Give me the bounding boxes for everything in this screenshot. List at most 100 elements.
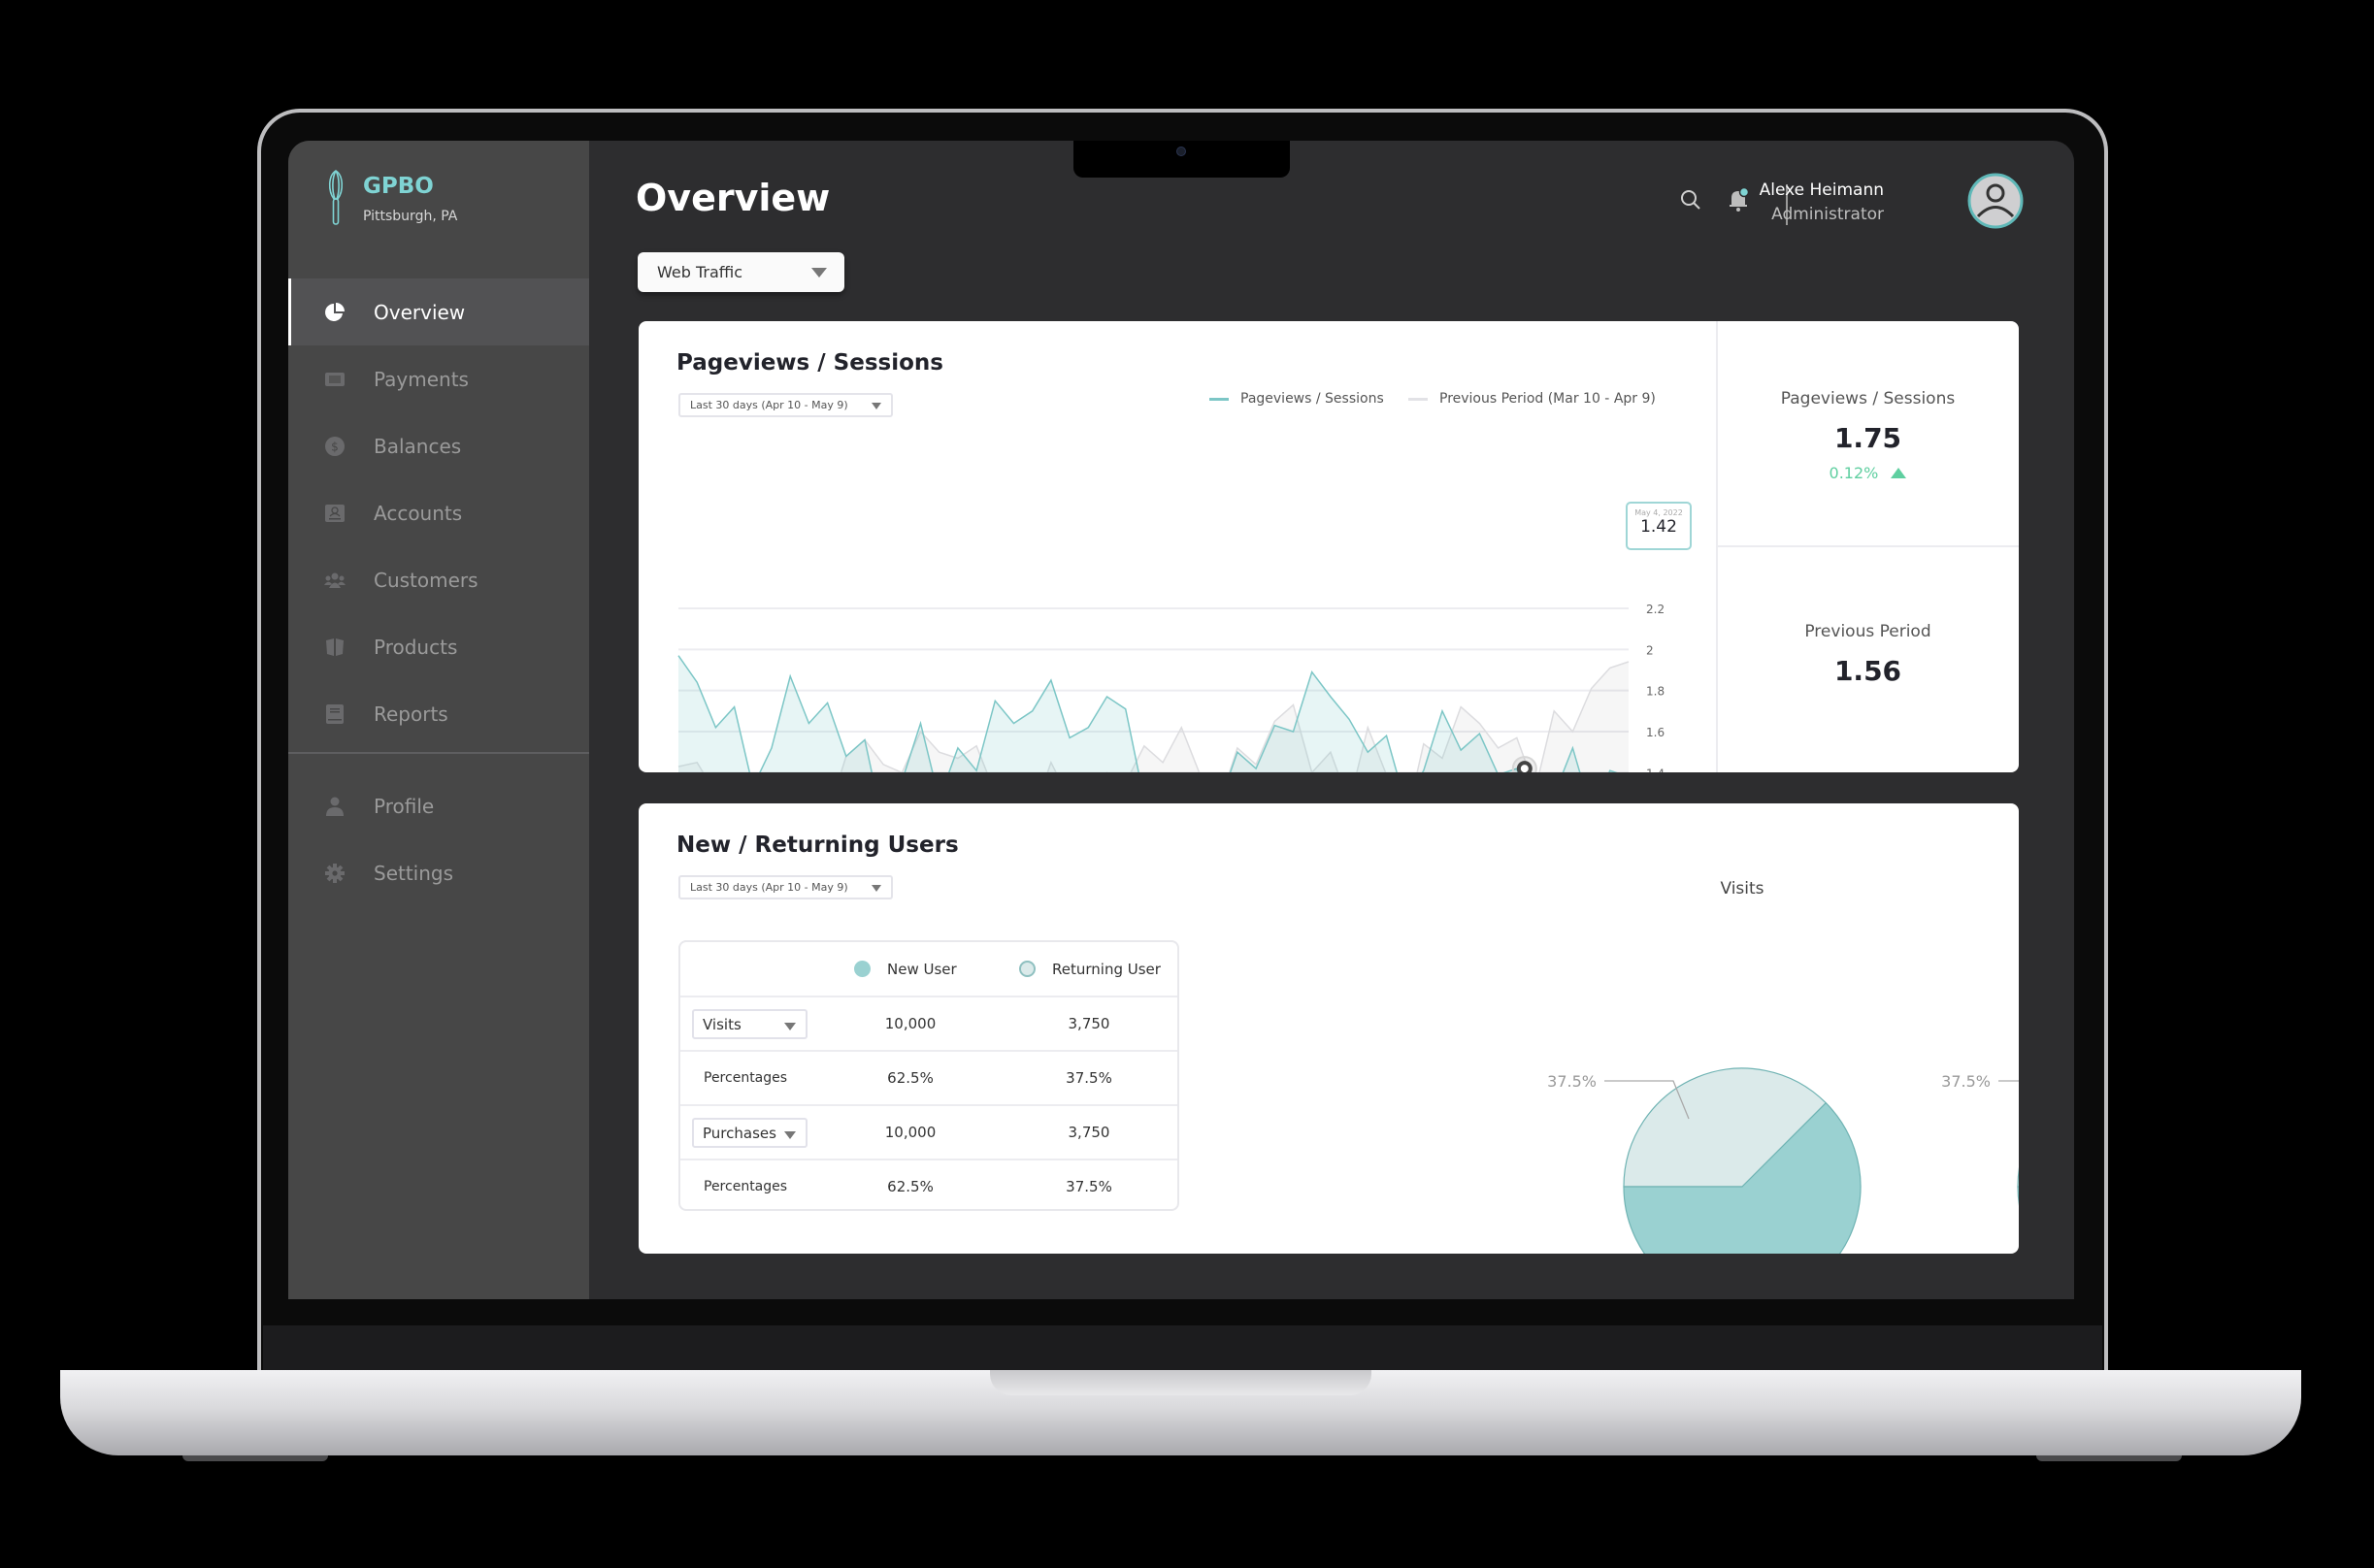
whisk-icon xyxy=(327,170,345,230)
new-user-value: 10,000 xyxy=(884,1124,937,1141)
chart-tooltip: May 4, 2022 1.42 xyxy=(1626,502,1692,550)
new-user-value: 62.5% xyxy=(887,1178,934,1195)
previous-period-value: 1.56 xyxy=(1833,655,1902,687)
kpi-value: 1.75 xyxy=(1833,422,1902,454)
slice-label: 37.5% xyxy=(1547,1072,1597,1091)
bell-icon[interactable] xyxy=(1729,186,1750,216)
column-returning-user: Returning User xyxy=(1019,942,1161,996)
page-title: Overview xyxy=(636,177,831,219)
returning-user-value: 3,750 xyxy=(1068,1124,1110,1141)
y-tick-label: 2.2 xyxy=(1646,603,1665,616)
new-user-dot xyxy=(854,961,871,977)
column-new-user: New User xyxy=(854,942,957,996)
table-header: New User Returning User xyxy=(680,942,1177,996)
laptop-chin xyxy=(263,1299,2102,1325)
tooltip-value: 1.42 xyxy=(1640,517,1677,537)
table-row: Percentages 62.5% 37.5% xyxy=(680,1050,1177,1104)
tooltip-date: May 4, 2022 xyxy=(1634,508,1683,517)
metric-select-purchases[interactable]: Purchases xyxy=(692,1118,808,1148)
sidebar-item-products[interactable]: Products xyxy=(288,613,589,680)
camera-notch xyxy=(1073,141,1290,178)
y-tick-label: 1.8 xyxy=(1646,685,1665,699)
sidebar-item-balances[interactable]: $ Balances xyxy=(288,412,589,479)
date-range-value: Last 30 days (Apr 10 - May 9) xyxy=(690,881,848,894)
sidebar-item-label: Settings xyxy=(374,861,454,885)
chevron-down-icon xyxy=(811,268,827,278)
table-row: Percentages 62.5% 37.5% xyxy=(680,1159,1177,1209)
chevron-down-icon xyxy=(784,1023,796,1030)
returning-user-value: 37.5% xyxy=(1066,1178,1112,1195)
sidebar-item-label: Payments xyxy=(374,367,469,391)
laptop-foot xyxy=(2036,1455,2182,1461)
sidebar-item-settings[interactable]: Settings xyxy=(288,839,589,906)
sidebar-item-payments[interactable]: Payments xyxy=(288,345,589,412)
card-title: New / Returning Users xyxy=(676,833,959,858)
new-user-value: 10,000 xyxy=(884,1015,937,1032)
sidebar-item-label: Overview xyxy=(374,300,466,324)
pie-slice-returning-user xyxy=(2017,1167,2019,1188)
y-tick-label: 2 xyxy=(1646,643,1654,657)
svg-text:$: $ xyxy=(331,440,339,453)
row-label: Percentages xyxy=(704,1070,788,1086)
view-select-value: Web Traffic xyxy=(657,263,743,281)
highlight-point xyxy=(1516,761,1533,772)
y-tick-label: 1.6 xyxy=(1646,726,1665,739)
gear-icon xyxy=(323,862,346,885)
users-table: New User Returning User Visits 10,000 3,… xyxy=(678,940,1179,1211)
row-label: Percentages xyxy=(704,1179,788,1194)
returning-user-value: 3,750 xyxy=(1068,1015,1110,1032)
sidebar-item-customers[interactable]: Customers xyxy=(288,546,589,613)
slice-label: 37.5% xyxy=(1941,1072,1991,1091)
kpi-change-value: 0.12% xyxy=(1829,464,1879,482)
sidebar-item-accounts[interactable]: Accounts xyxy=(288,479,589,546)
person-icon xyxy=(323,795,346,818)
sidebar-item-label: Profile xyxy=(374,794,435,818)
user-role: Administrator xyxy=(1771,205,1884,224)
dollar-coin-icon: $ xyxy=(323,435,346,458)
date-range-select[interactable]: Last 30 days (Apr 10 - May 9) xyxy=(678,875,893,899)
account-card-icon xyxy=(323,502,346,525)
pie-chart-icon xyxy=(323,301,346,324)
users-card: New / Returning Users Last 30 days (Apr … xyxy=(639,803,2019,1254)
laptop-foot xyxy=(182,1455,328,1461)
camera-icon xyxy=(1176,147,1186,156)
pageviews-card: Pageviews / Sessions Last 30 days (Apr 1… xyxy=(639,321,2019,772)
avatar[interactable] xyxy=(1967,173,2024,233)
table-row: Visits 10,000 3,750 xyxy=(680,996,1177,1050)
sidebar-divider xyxy=(288,752,589,754)
arrow-up-icon xyxy=(1891,468,1907,478)
sidebar-item-label: Products xyxy=(374,635,458,659)
kpi-label: Pageviews / Sessions xyxy=(1780,389,1956,408)
box-icon xyxy=(323,636,346,659)
metric-select-value: Purchases xyxy=(703,1124,776,1142)
laptop-hinge xyxy=(263,1325,2102,1370)
user-name: Alexe Heimann xyxy=(1759,180,1884,200)
column-label: New User xyxy=(887,960,957,978)
pie-title: Visits xyxy=(1720,879,1764,898)
sidebar-item-label: Reports xyxy=(374,702,448,726)
pie-charts: Visits37.5%62.5%Purchases37.5%62.5% xyxy=(1547,879,2019,1254)
brand-location: Pittsburgh, PA xyxy=(363,209,458,224)
ticket-icon xyxy=(323,368,346,391)
brand-name: GPBO xyxy=(363,174,434,199)
chevron-down-icon xyxy=(784,1131,796,1139)
metric-select-visits[interactable]: Visits xyxy=(692,1009,808,1039)
sidebar: GPBO Pittsburgh, PA Overview Payments $ … xyxy=(288,141,589,1299)
previous-period-label: Previous Period xyxy=(1804,622,1931,641)
new-user-value: 62.5% xyxy=(887,1069,934,1087)
leader-line xyxy=(1998,1080,2019,1082)
sidebar-item-profile[interactable]: Profile xyxy=(288,772,589,839)
column-label: Returning User xyxy=(1052,960,1161,978)
metric-select-value: Visits xyxy=(703,1015,742,1033)
panel-divider xyxy=(1718,545,2019,547)
screen: GPBO Pittsburgh, PA Overview Payments $ … xyxy=(288,141,2074,1299)
view-select[interactable]: Web Traffic xyxy=(638,252,844,292)
sidebar-item-label: Balances xyxy=(374,434,462,458)
sidebar-item-overview[interactable]: Overview xyxy=(288,278,589,345)
sidebar-item-reports[interactable]: Reports xyxy=(288,680,589,747)
book-icon xyxy=(323,702,346,726)
y-tick-label: 1.4 xyxy=(1646,767,1665,772)
sidebar-item-label: Accounts xyxy=(374,501,463,525)
returning-user-value: 37.5% xyxy=(1066,1069,1112,1087)
search-icon[interactable] xyxy=(1680,189,1701,214)
